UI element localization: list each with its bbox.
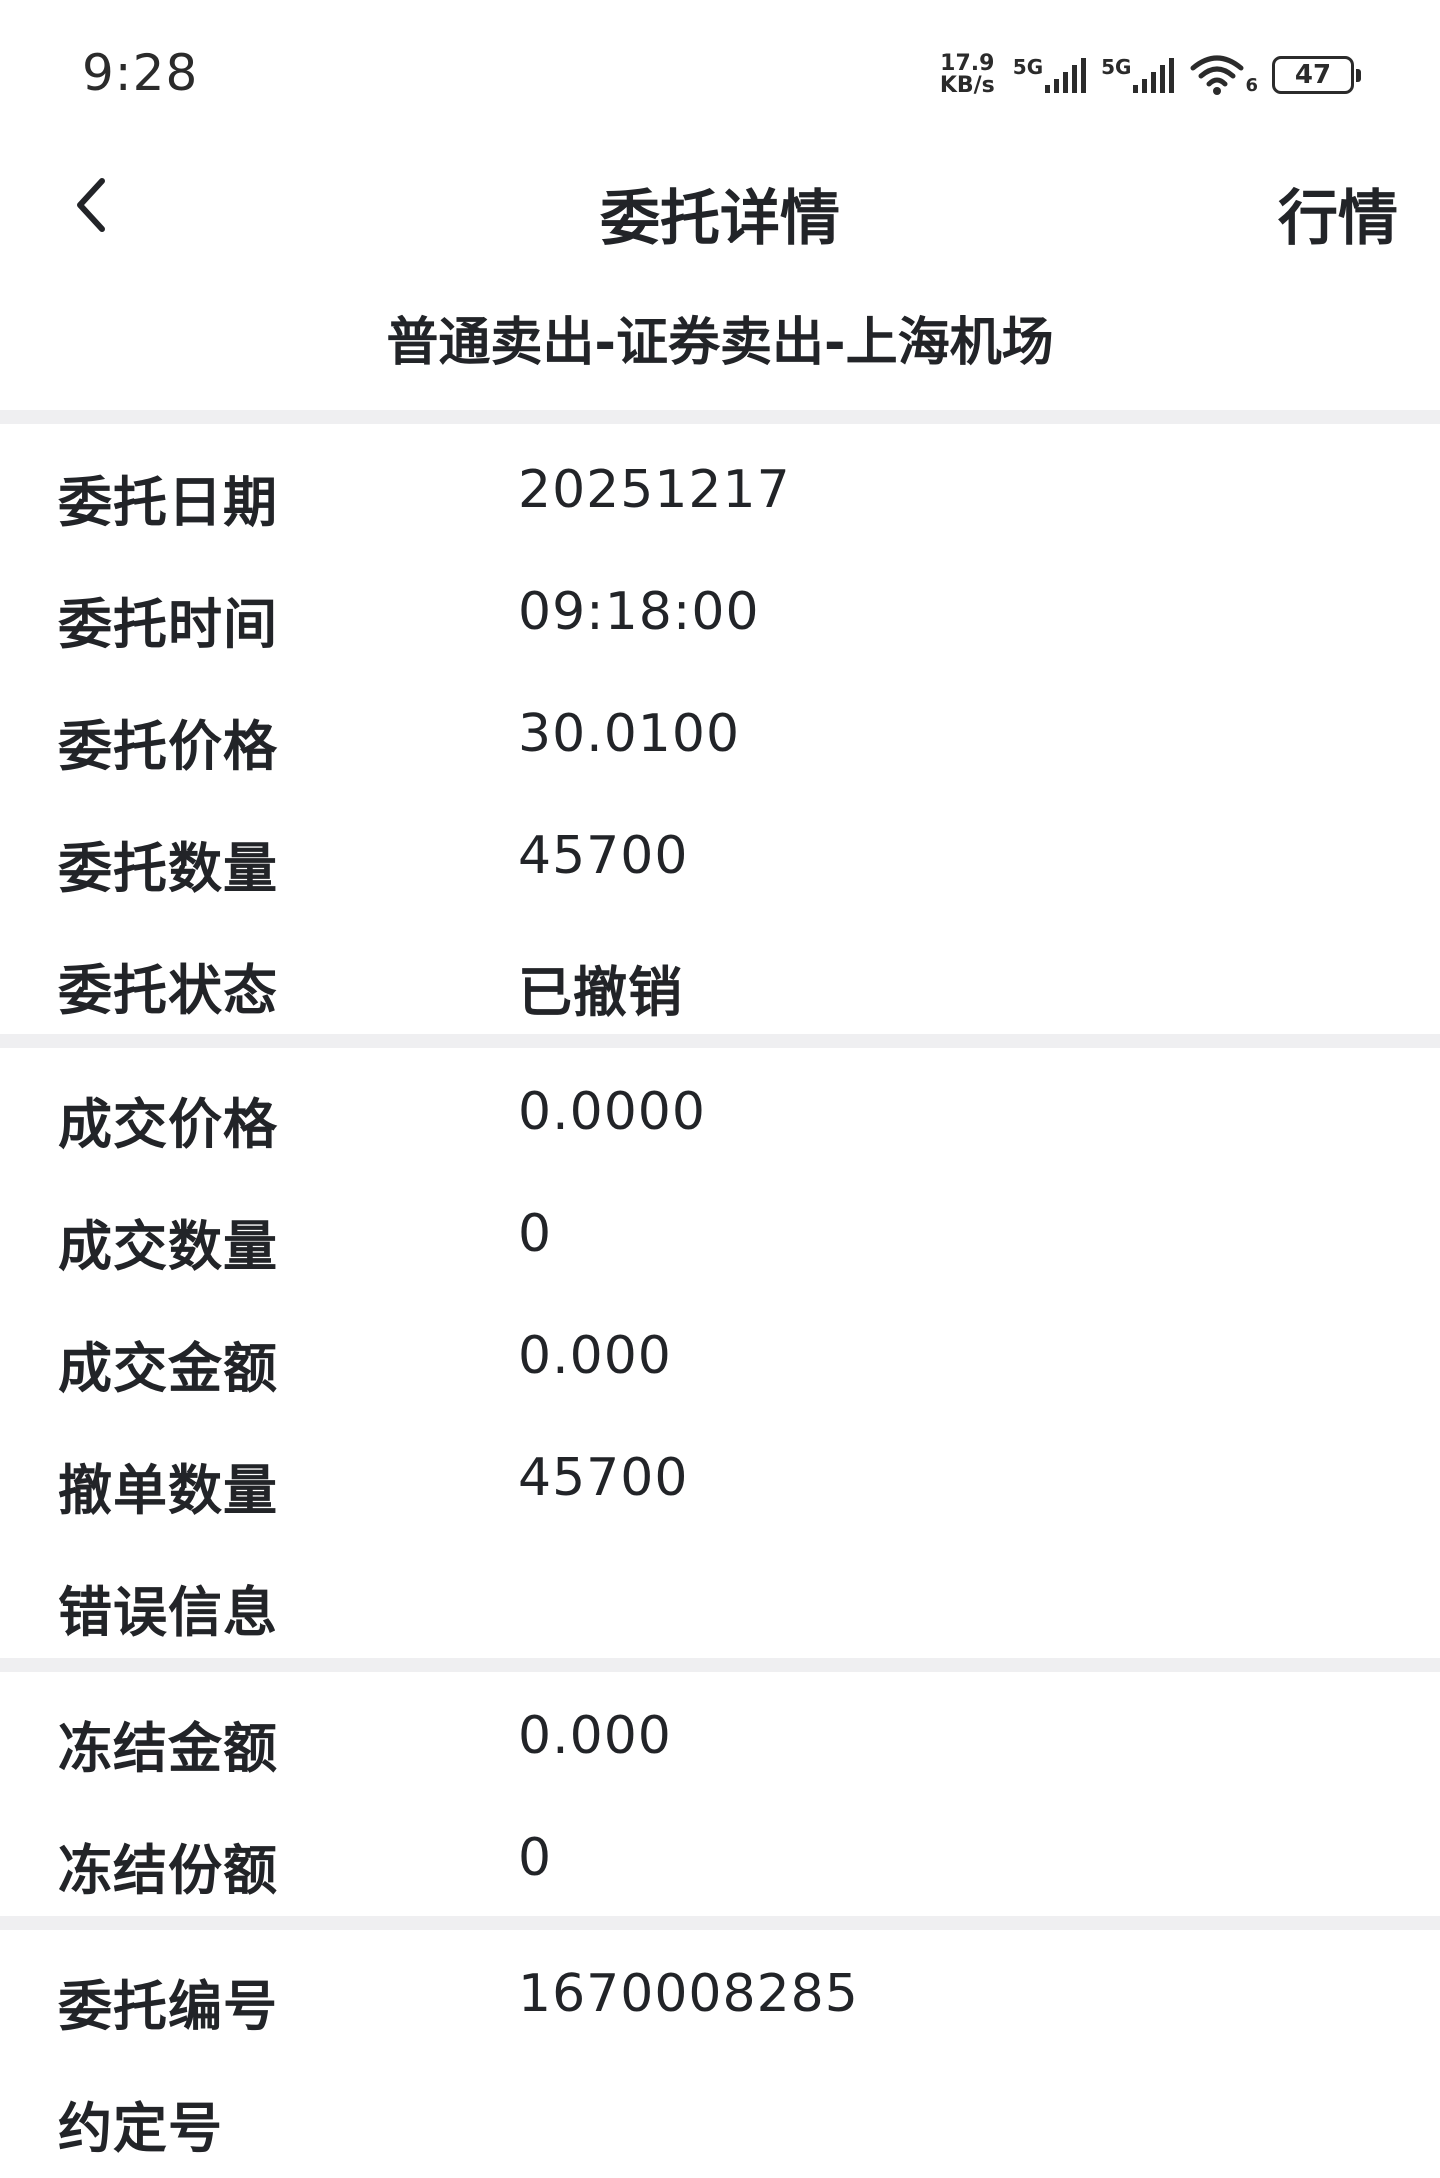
detail-row-frozen-shares: 冻结份额 0 xyxy=(0,1798,1440,1920)
page-title: 委托详情 xyxy=(600,184,840,254)
detail-row-error-info: 错误信息 xyxy=(0,1540,1440,1662)
detail-label: 委托日期 xyxy=(58,471,278,534)
detail-value: 0.000 xyxy=(518,1706,672,1766)
detail-label: 错误信息 xyxy=(58,1581,278,1644)
battery-level: 47 xyxy=(1294,60,1332,90)
section-divider xyxy=(0,1658,1440,1672)
status-bar: 9:28 17.9 KB/s 5G 5G 6 47 xyxy=(0,0,1440,150)
order-subtitle: 普通卖出-证券卖出-上海机场 xyxy=(386,313,1054,373)
signal-bars-icon xyxy=(1045,58,1087,93)
detail-label: 成交金额 xyxy=(58,1337,278,1400)
wifi-icon xyxy=(1190,55,1244,95)
section-divider xyxy=(0,410,1440,424)
sim2-signal: 5G xyxy=(1101,55,1177,95)
detail-value: 0 xyxy=(518,1828,553,1888)
section-divider xyxy=(0,1916,1440,1930)
detail-row-entrust-status: 委托状态 已撤销 xyxy=(0,918,1440,1040)
detail-label: 委托状态 xyxy=(58,959,278,1022)
detail-row-frozen-amount: 冻结金额 0.000 xyxy=(0,1676,1440,1798)
detail-value: 30.0100 xyxy=(518,704,741,764)
detail-row-entrust-date: 委托日期 20251217 xyxy=(0,430,1440,552)
detail-label: 委托编号 xyxy=(58,1975,278,2038)
detail-label: 撤单数量 xyxy=(58,1459,278,1522)
detail-row-entrust-time: 委托时间 09:18:00 xyxy=(0,552,1440,674)
sim1-signal: 5G xyxy=(1013,55,1089,95)
detail-value: 45700 xyxy=(518,826,689,886)
detail-label: 成交数量 xyxy=(58,1215,278,1278)
status-icons: 17.9 KB/s 5G 5G 6 47 xyxy=(940,50,1361,100)
wifi-sub-label: 6 xyxy=(1245,75,1258,96)
detail-label: 冻结份额 xyxy=(58,1839,278,1902)
detail-value: 0.000 xyxy=(518,1326,672,1386)
detail-value: 0.0000 xyxy=(518,1082,706,1142)
detail-value: 20251217 xyxy=(518,460,791,520)
detail-value: 1670008285 xyxy=(518,1964,859,2024)
nav-bar: 委托详情 行情 xyxy=(0,150,1440,270)
signal-bars-icon xyxy=(1133,58,1175,93)
detail-label: 委托时间 xyxy=(58,593,278,656)
detail-row-entrust-number: 委托编号 1670008285 xyxy=(0,1934,1440,2056)
detail-row-deal-amount: 成交金额 0.000 xyxy=(0,1296,1440,1418)
detail-label: 约定号 xyxy=(58,2097,223,2160)
detail-row-entrust-price: 委托价格 30.0100 xyxy=(0,674,1440,796)
detail-row-entrust-quantity: 委托数量 45700 xyxy=(0,796,1440,918)
detail-label: 委托数量 xyxy=(58,837,278,900)
section-divider xyxy=(0,1034,1440,1048)
sim1-label: 5G xyxy=(1012,55,1044,79)
detail-row-agreement-number: 约定号 xyxy=(0,2056,1440,2178)
network-speed: 17.9 KB/s xyxy=(940,53,995,97)
network-speed-value: 17.9 xyxy=(940,51,995,76)
detail-row-cancel-quantity: 撤单数量 45700 xyxy=(0,1418,1440,1540)
battery-icon: 47 xyxy=(1272,56,1361,94)
network-speed-unit: KB/s xyxy=(939,73,995,98)
sim2-label: 5G xyxy=(1101,55,1132,79)
detail-label: 委托价格 xyxy=(58,715,278,778)
status-time: 9:28 xyxy=(82,44,199,102)
detail-row-deal-price: 成交价格 0.0000 xyxy=(0,1052,1440,1174)
wifi-status: 6 xyxy=(1189,54,1260,96)
detail-value: 0 xyxy=(518,1204,553,1264)
status-value: 已撤销 xyxy=(518,961,683,1024)
detail-value: 09:18:00 xyxy=(518,582,760,642)
market-button[interactable]: 行情 xyxy=(1278,170,1398,257)
detail-label: 成交价格 xyxy=(58,1093,278,1156)
detail-row-deal-quantity: 成交数量 0 xyxy=(0,1174,1440,1296)
detail-label: 冻结金额 xyxy=(58,1717,278,1780)
detail-value: 45700 xyxy=(518,1448,689,1508)
